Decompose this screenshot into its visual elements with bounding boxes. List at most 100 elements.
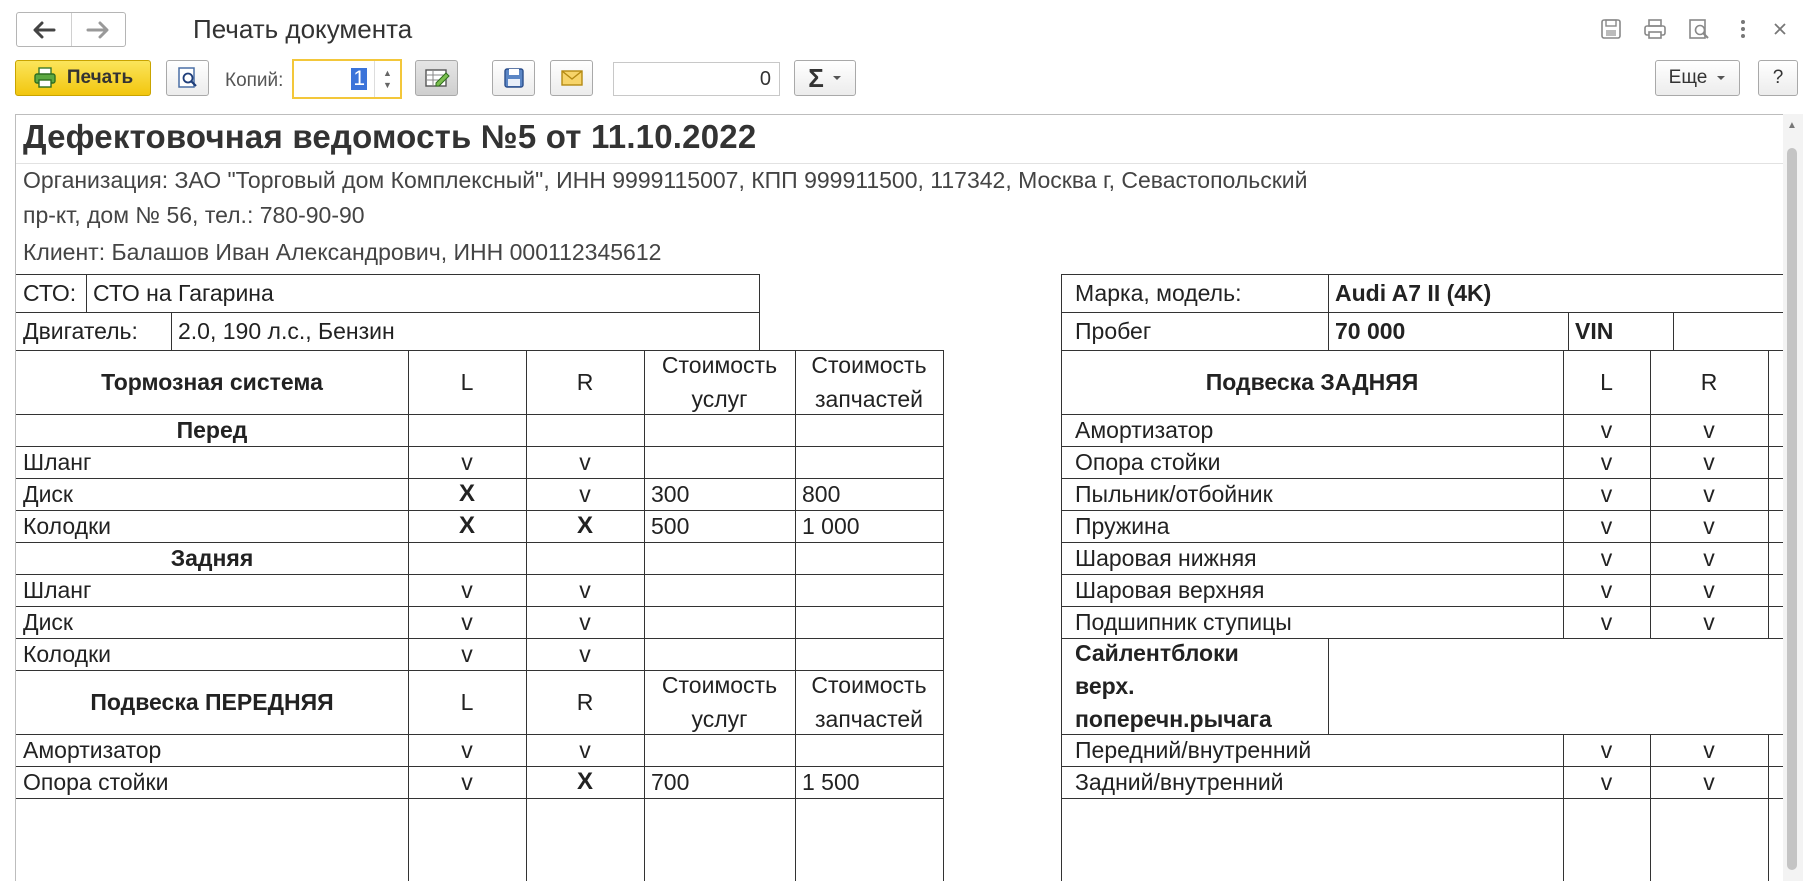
table-cell-l: v	[1600, 544, 1613, 571]
more-window-button[interactable]	[1721, 14, 1765, 44]
engine-label: Двигатель:	[23, 317, 138, 344]
sigma-icon: Σ	[808, 62, 824, 93]
col-l-header: L	[460, 368, 474, 395]
front-section-header: Перед	[176, 416, 248, 443]
grid-line	[1328, 274, 1329, 350]
edit-document-button[interactable]	[415, 60, 458, 96]
help-button-label: ?	[1772, 67, 1784, 88]
copies-input[interactable]: 1 ▲ ▼	[292, 59, 402, 99]
table-cell-r: v	[1703, 736, 1715, 763]
table-cell-r: X	[576, 512, 593, 539]
grid-line	[86, 274, 87, 312]
table-cell-l: v	[461, 608, 473, 635]
envelope-icon	[560, 70, 583, 86]
table-cell-l: v	[1600, 736, 1613, 763]
organization-line-1: Организация: ЗАО "Торговый дом Комплексн…	[23, 167, 1308, 193]
table-cell-r: v	[1703, 544, 1715, 571]
table-cell-r: v	[1703, 608, 1715, 635]
toolbar: Печать Копий: 1 ▲ ▼ 0 Σ Еще ?	[0, 58, 1803, 104]
table-cell-l: v	[1600, 416, 1613, 443]
table-row-name: Амортизатор	[1075, 416, 1214, 443]
grid-line	[16, 478, 943, 479]
grid-line	[16, 274, 759, 275]
print-window-button[interactable]	[1633, 14, 1677, 44]
grid-line	[1563, 350, 1564, 638]
vertical-scrollbar[interactable]: ▲	[1783, 114, 1803, 881]
stepper-down-icon[interactable]: ▼	[383, 79, 392, 91]
grid-line	[1061, 606, 1801, 607]
document-view[interactable]: Дефектовочная ведомость №5 от 11.10.2022…	[15, 114, 1803, 881]
table-row-name: Шаровая нижняя	[1075, 544, 1257, 571]
grid-line	[1650, 734, 1651, 881]
kebab-menu-icon	[1741, 20, 1745, 38]
forward-button[interactable]	[70, 13, 125, 46]
table-row-name: Пыльник/отбойник	[1075, 480, 1273, 507]
copies-stepper[interactable]: ▲ ▼	[374, 61, 400, 97]
table-cell-parts: 800	[802, 480, 841, 507]
grid-line	[795, 350, 796, 881]
send-email-button[interactable]	[550, 60, 593, 96]
col-l-header: L	[460, 688, 474, 715]
grid-line	[171, 312, 172, 350]
table-cell-r: v	[1703, 576, 1715, 603]
magnifier-page-icon	[177, 67, 197, 88]
save-window-button[interactable]	[1589, 14, 1633, 44]
table-row-name: Опора стойки	[1075, 448, 1221, 475]
table-cell-l: X	[458, 512, 475, 539]
sum-field[interactable]: 0	[613, 62, 780, 96]
grid-line	[1061, 766, 1801, 767]
table-row-name: Диск	[23, 608, 73, 635]
navigation-group	[16, 12, 126, 47]
grid-line	[16, 606, 943, 607]
more-button-label: Еще	[1668, 67, 1708, 88]
edit-table-icon	[424, 69, 450, 87]
vin-label: VIN	[1575, 317, 1614, 344]
preview-button[interactable]	[166, 60, 209, 96]
table-row-name: Опора стойки	[23, 768, 169, 795]
table-cell-r: v	[579, 448, 591, 475]
arrow-left-icon	[33, 21, 56, 38]
grid-line	[16, 542, 943, 543]
stepper-up-icon[interactable]: ▲	[383, 67, 392, 79]
mileage-value: 70 000	[1335, 317, 1406, 344]
more-button[interactable]: Еще	[1655, 60, 1740, 96]
table-cell-l: v	[461, 736, 473, 763]
grid-line	[408, 350, 409, 881]
preview-window-button[interactable]	[1677, 14, 1721, 44]
close-button[interactable]	[1765, 14, 1795, 44]
window-title: Печать документа	[193, 14, 413, 44]
mileage-label: Пробег	[1075, 317, 1152, 344]
table-cell-r: v	[579, 576, 591, 603]
table-row-name: Диск	[23, 480, 73, 507]
col-parts-header: Стоимость запчастей	[811, 672, 927, 732]
scrollbar-thumb[interactable]	[1787, 148, 1797, 870]
back-button[interactable]	[17, 13, 71, 46]
grid-line	[943, 350, 944, 881]
table-cell-l: v	[1600, 768, 1613, 795]
scroll-up-icon[interactable]: ▲	[1787, 120, 1797, 131]
grid-line	[1061, 414, 1801, 415]
grid-line	[759, 274, 760, 350]
table-cell-r: X	[576, 768, 593, 795]
print-button[interactable]: Печать	[15, 60, 151, 96]
grid-line	[1650, 350, 1651, 638]
sto-label: СТО:	[23, 279, 77, 306]
table-row-name: Колодки	[23, 512, 111, 539]
floppy-icon	[1601, 19, 1621, 39]
sum-menu-button[interactable]: Σ	[794, 60, 856, 96]
grid-line	[1768, 350, 1769, 638]
grid-line	[1061, 478, 1801, 479]
grid-line	[1568, 312, 1569, 350]
table-cell-r: v	[1703, 768, 1715, 795]
table-cell-r: v	[1703, 416, 1715, 443]
table-cell-l: v	[461, 576, 473, 603]
save-button[interactable]	[492, 60, 535, 96]
grid-line	[644, 350, 645, 881]
col-r-header: R	[576, 688, 594, 715]
sto-value: СТО на Гагарина	[93, 279, 274, 306]
help-button[interactable]: ?	[1758, 60, 1798, 96]
grid-line	[1061, 510, 1801, 511]
grid-line	[1061, 542, 1801, 543]
organization-line-2: пр-кт, дом № 56, тел.: 780-90-90	[23, 202, 365, 228]
printer-icon	[1644, 19, 1666, 39]
